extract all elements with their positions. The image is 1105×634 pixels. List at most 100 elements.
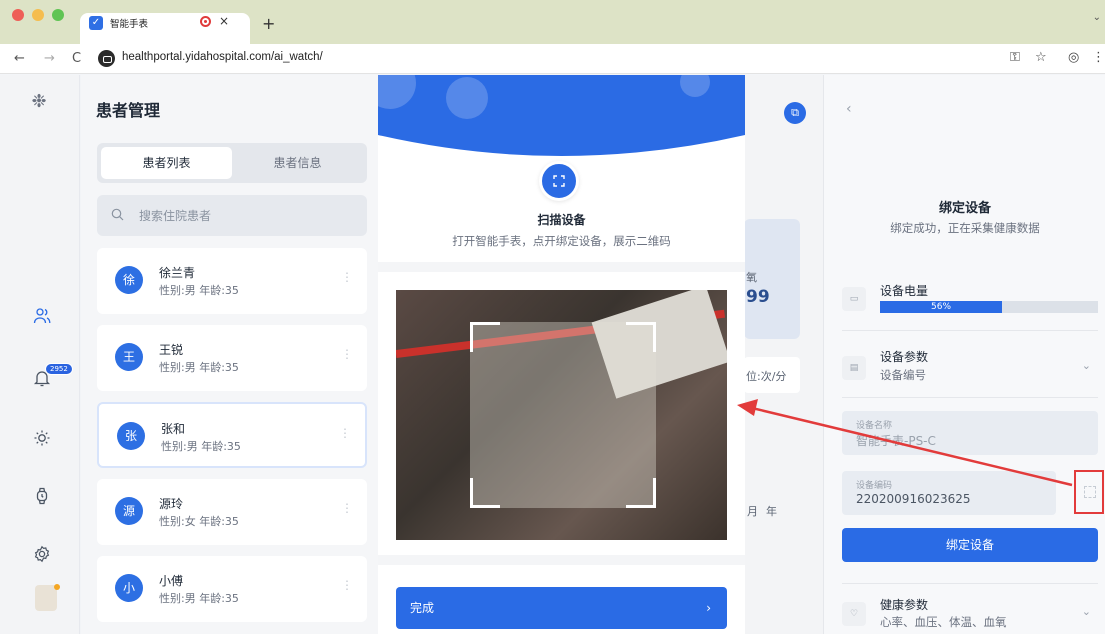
patient-list-item[interactable]: 源 源玲 性别:女 年龄:35 ⋮ <box>97 479 367 545</box>
tab-favicon-icon: ✓ <box>89 16 103 30</box>
recording-icon <box>200 16 211 27</box>
unit-text: 位:次/分 <box>746 370 787 383</box>
chevron-down-icon[interactable]: ⌄ <box>1082 359 1091 372</box>
watch-icon[interactable] <box>33 487 51 505</box>
divider <box>842 330 1098 331</box>
search-icon <box>111 208 124 221</box>
more-menu-icon[interactable]: ⋮ <box>339 426 351 440</box>
scan-frame-corner <box>626 322 656 352</box>
patient-name: 徐兰青 <box>159 266 196 280</box>
tab-patient-info[interactable]: 患者信息 <box>232 147 363 179</box>
patient-avatar: 小 <box>115 574 143 602</box>
profile-icon[interactable]: ◎ <box>1068 50 1079 65</box>
patient-avatar: 张 <box>117 422 145 450</box>
scan-frame-corner <box>470 478 500 508</box>
patient-list-item[interactable]: 徐 徐兰青 性别:男 年龄:35 ⋮ <box>97 248 367 314</box>
reload-button[interactable]: C <box>72 51 81 66</box>
patient-avatar: 王 <box>115 343 143 371</box>
tab-close-button[interactable]: × <box>219 14 229 28</box>
device-code-label: 设备编码 <box>856 481 893 491</box>
modal-subtitle: 打开智能手表，点开绑定设备，展示二维码 <box>452 234 671 248</box>
new-tab-button[interactable]: + <box>262 14 275 33</box>
browser-tab-bar: ✓ 智能手表 × + ⌄ <box>0 0 1105 44</box>
device-name-label: 设备名称 <box>856 421 893 431</box>
scan-frame-corner <box>470 322 500 352</box>
patient-meta: 性别:女 年龄:35 <box>159 515 239 528</box>
notification-bell-icon[interactable]: 2952 <box>33 363 73 387</box>
bind-device-button[interactable]: 绑定设备 <box>842 528 1098 562</box>
minimize-window-button[interactable] <box>32 9 44 21</box>
divider <box>842 397 1098 398</box>
address-bar: ← → C healthportal.yidahospital.com/ai_w… <box>0 44 1105 74</box>
app-logo-icon: ❉ <box>31 91 47 112</box>
patient-meta: 性别:男 年龄:35 <box>159 592 239 605</box>
range-month-button[interactable]: 月 <box>747 503 758 519</box>
binding-title: 绑定设备 <box>938 201 991 216</box>
more-menu-icon[interactable]: ⋮ <box>341 501 353 515</box>
patient-name: 张和 <box>161 422 186 436</box>
device-code-field[interactable]: 设备编码 220200916023625 <box>842 471 1056 515</box>
device-name-field[interactable]: 设备名称 智能手表-PS-C <box>842 411 1098 455</box>
browser-tab[interactable]: ✓ 智能手表 × <box>80 13 250 44</box>
patient-list-item[interactable]: 王 王锐 性别:男 年龄:35 ⋮ <box>97 325 367 391</box>
patient-name: 王锐 <box>159 343 184 357</box>
settings-gear-icon[interactable] <box>33 545 51 563</box>
patient-search-input[interactable]: 搜索住院患者 <box>97 195 367 236</box>
site-info-icon[interactable] <box>98 50 115 67</box>
binding-subtitle: 绑定成功，正在采集健康数据 <box>890 221 1040 235</box>
tab-list-chevron-icon[interactable]: ⌄ <box>1093 12 1101 23</box>
zoom-window-button[interactable] <box>52 9 64 21</box>
link-icon[interactable]: ⧉ <box>784 102 806 124</box>
device-params-sub: 设备编号 <box>880 368 926 382</box>
notification-badge: 2952 <box>45 363 73 375</box>
done-button[interactable]: 完成 › <box>396 587 727 629</box>
battery-label: 设备电量 <box>880 284 929 298</box>
more-menu-icon[interactable]: ⋮ <box>341 578 353 592</box>
page-title: 患者管理 <box>96 101 161 120</box>
device-binding-panel: ‹ 绑定设备 绑定成功，正在采集健康数据 ▭ 设备电量 56% ▤ 设备参数 设… <box>823 75 1105 634</box>
icon-rail: ❉ 2952 <box>0 75 80 634</box>
browser-menu-icon[interactable]: ⋮ <box>1092 50 1105 65</box>
back-chevron-icon[interactable]: ‹ <box>846 101 852 117</box>
device-name-value: 智能手表-PS-C <box>856 434 936 448</box>
scan-icon <box>539 161 579 201</box>
camera-viewfinder[interactable] <box>396 290 727 540</box>
user-avatar[interactable] <box>35 584 60 611</box>
battery-progress-fill: 56% <box>880 301 1003 313</box>
password-key-icon[interactable]: ⚿ <box>1010 50 1020 65</box>
chevron-down-icon[interactable]: ⌄ <box>1082 605 1091 618</box>
health-params-icon: ♡ <box>842 602 866 626</box>
scan-device-modal: 扫描设备 打开智能手表，点开绑定设备，展示二维码 完成 › <box>378 75 745 634</box>
patient-avatar: 源 <box>115 497 143 525</box>
battery-progress: 56% <box>880 301 1098 313</box>
health-params-label: 健康参数 <box>880 598 929 612</box>
more-menu-icon[interactable]: ⋮ <box>341 347 353 361</box>
divider <box>378 555 745 565</box>
range-year-button[interactable]: 年 <box>766 503 777 519</box>
decor-circle <box>446 77 488 119</box>
patient-list-item[interactable]: 小 小傅 性别:男 年龄:35 ⋮ <box>97 556 367 622</box>
scan-frame-corner <box>626 478 656 508</box>
done-button-label: 完成 <box>410 601 435 615</box>
tab-title: 智能手表 <box>110 19 149 30</box>
unit-field: 位:次/分 <box>744 357 800 393</box>
url-field[interactable]: healthportal.yidahospital.com/ai_watch/ <box>122 51 323 63</box>
device-params-icon: ▤ <box>842 356 866 380</box>
forward-button[interactable]: → <box>44 51 55 66</box>
more-menu-icon[interactable]: ⋮ <box>341 270 353 284</box>
vital-label: 氧 <box>746 271 757 284</box>
patients-icon[interactable] <box>33 307 51 325</box>
divider <box>378 262 745 272</box>
close-window-button[interactable] <box>12 9 24 21</box>
scan-qr-button[interactable] <box>1074 470 1104 514</box>
patient-meta: 性别:男 年龄:35 <box>161 440 241 453</box>
patient-tabs: 患者列表 患者信息 <box>97 143 367 183</box>
search-placeholder: 搜索住院患者 <box>139 209 212 223</box>
bookmark-star-icon[interactable]: ☆ <box>1035 50 1047 65</box>
back-button[interactable]: ← <box>14 51 25 66</box>
brightness-icon[interactable] <box>33 429 51 447</box>
tab-patient-list[interactable]: 患者列表 <box>101 147 232 179</box>
chevron-right-icon: › <box>706 601 711 615</box>
vital-card: 氧 99 <box>744 219 800 339</box>
patient-list-item-selected[interactable]: 张 张和 性别:男 年龄:35 ⋮ <box>97 402 367 468</box>
